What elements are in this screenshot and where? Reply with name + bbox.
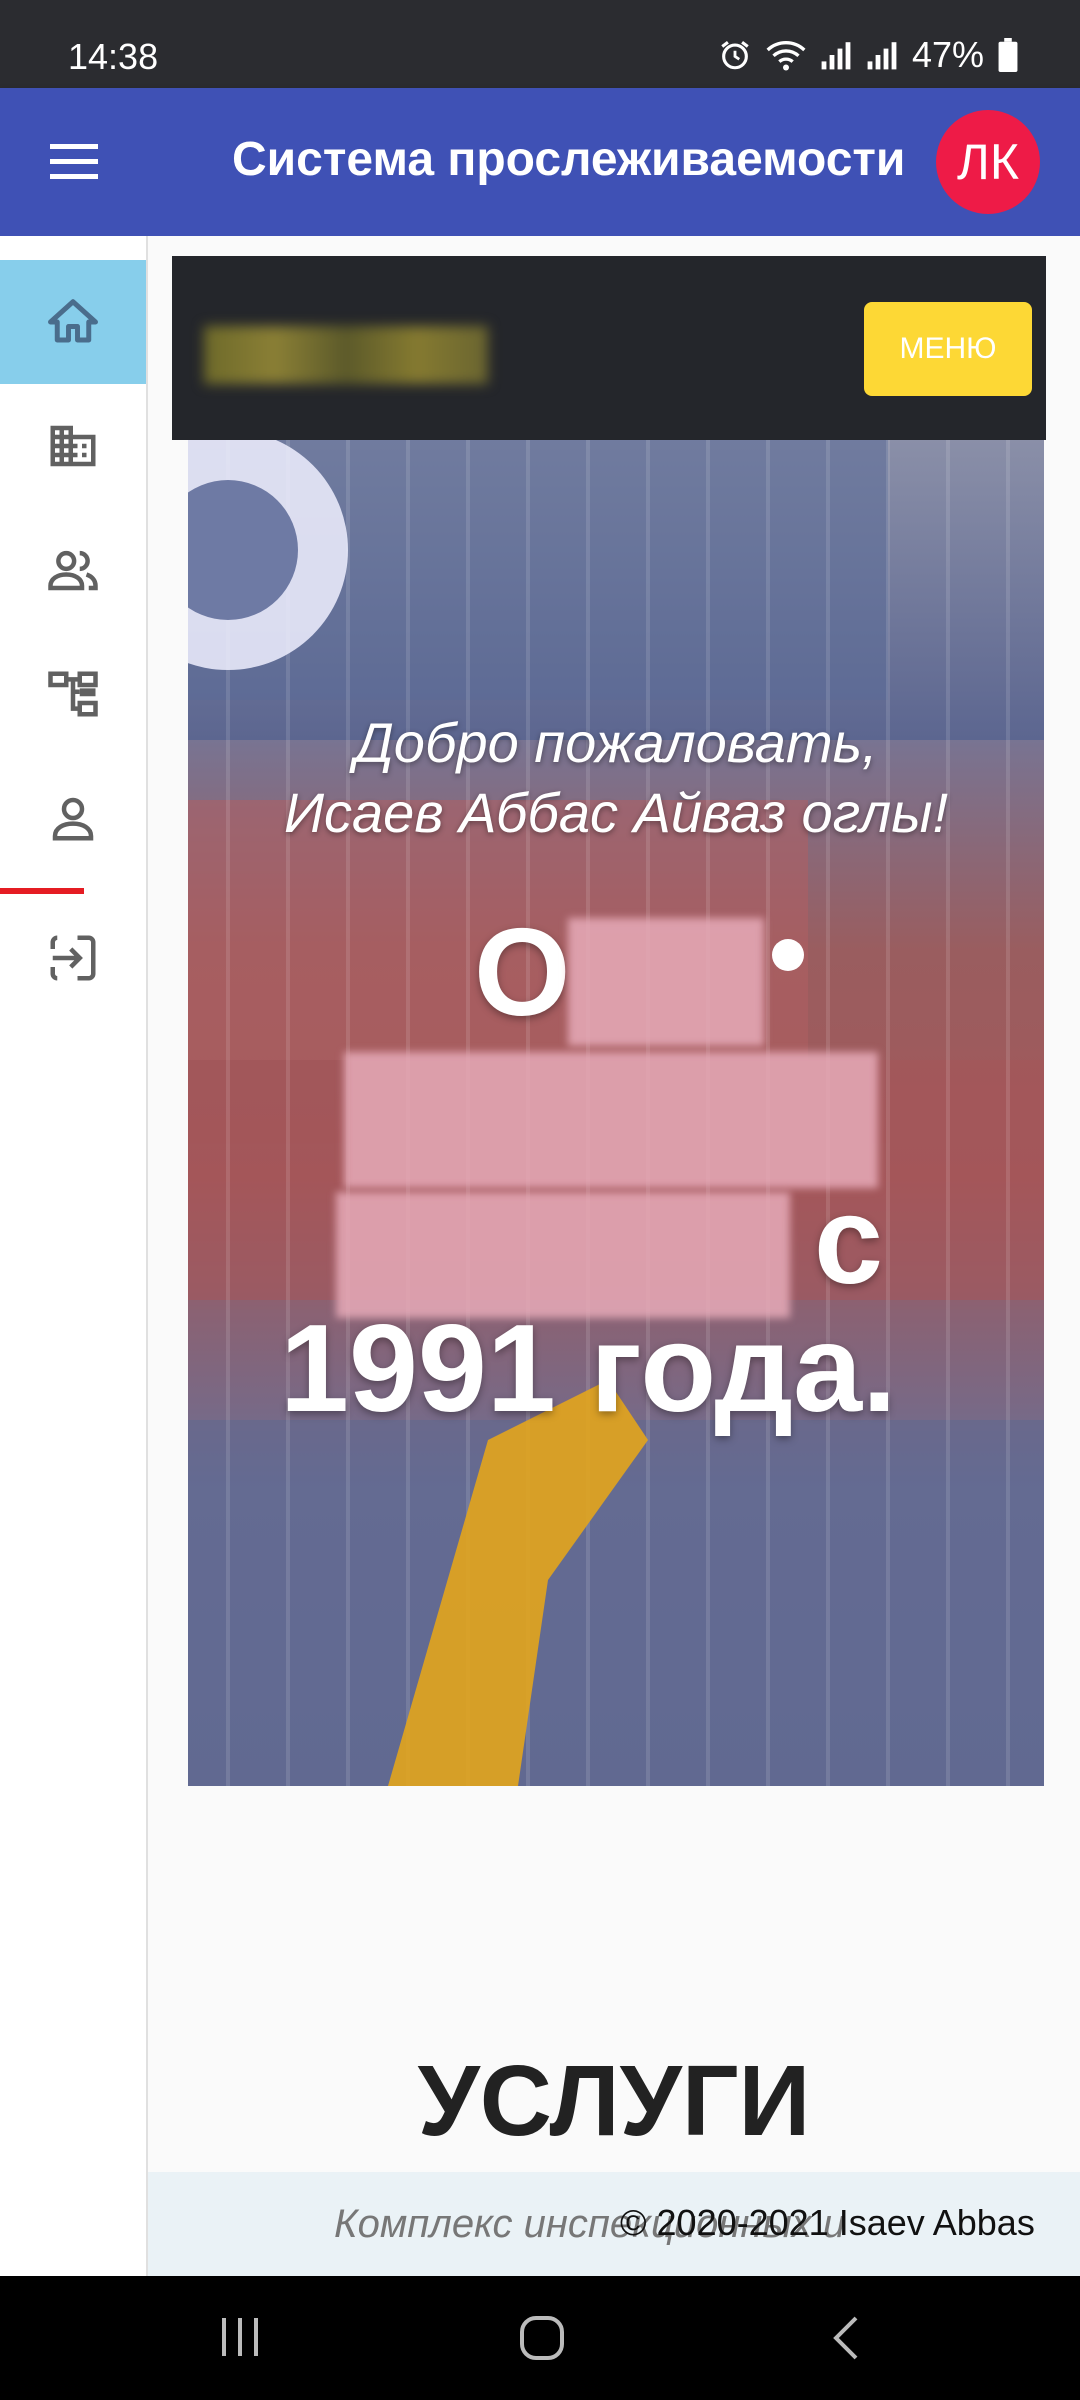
app-bar: Система прослеживаемости ЛК [0, 88, 1080, 236]
alarm-icon [721, 41, 749, 70]
status-bar: 14:38 47% [0, 0, 1080, 88]
redacted-text-2 [344, 1052, 878, 1188]
app-title: Система прослеживаемости [232, 133, 906, 186]
status-icons: 47% [718, 34, 1018, 76]
battery-percent: 47% [911, 34, 984, 75]
home-button-icon[interactable] [518, 2314, 566, 2362]
rail-selection-indicator [0, 888, 84, 894]
signal-icon-2 [867, 42, 897, 70]
rail-item-home[interactable] [0, 260, 146, 384]
wifi-icon [766, 41, 806, 71]
people-icon [48, 550, 98, 591]
building-icon [50, 425, 96, 467]
home-icon [48, 299, 98, 343]
side-navigation-rail [0, 236, 148, 2276]
rail-item-profile[interactable] [0, 756, 146, 880]
signal-icon [821, 42, 851, 70]
site-header: МЕНЮ [172, 256, 1046, 440]
login-icon [50, 935, 96, 981]
recent-apps-icon[interactable] [218, 2314, 264, 2360]
rail-item-login[interactable] [0, 896, 146, 1020]
hero-text-o: О [474, 904, 571, 1042]
back-icon[interactable] [826, 2314, 866, 2362]
rail-item-structure[interactable] [0, 632, 146, 756]
system-navigation-bar [0, 2276, 1080, 2400]
welcome-line-2: Исаев Аббас Айваз оглы! [283, 781, 949, 844]
menu-button[interactable]: МЕНЮ [864, 302, 1032, 396]
footer-copyright: © 2020-2021 Isaev Abbas [620, 2202, 1035, 2243]
company-logo [204, 326, 488, 384]
rail-item-users[interactable] [0, 508, 146, 632]
profile-avatar-button[interactable]: ЛК [936, 110, 1040, 214]
person-icon [52, 797, 94, 841]
services-title: УСЛУГИ [417, 2045, 811, 2157]
hero-text-year: 1991 года. [280, 1300, 897, 1438]
welcome-line-1: Добро пожаловать, [354, 711, 878, 774]
redacted-text-1 [568, 918, 764, 1046]
hierarchy-icon [48, 671, 98, 717]
main-content: МЕНЮ Добро пожаловать, Исаев Аббас Айваз… [148, 236, 1080, 2276]
hero-text-s: с [814, 1172, 883, 1310]
status-time: 14:38 [68, 36, 159, 77]
rail-item-organizations[interactable] [0, 384, 146, 508]
hero-banner: Добро пожаловать, Исаев Аббас Айваз оглы… [188, 440, 1044, 1786]
hamburger-menu-icon[interactable] [46, 140, 102, 184]
battery-icon [998, 38, 1018, 72]
